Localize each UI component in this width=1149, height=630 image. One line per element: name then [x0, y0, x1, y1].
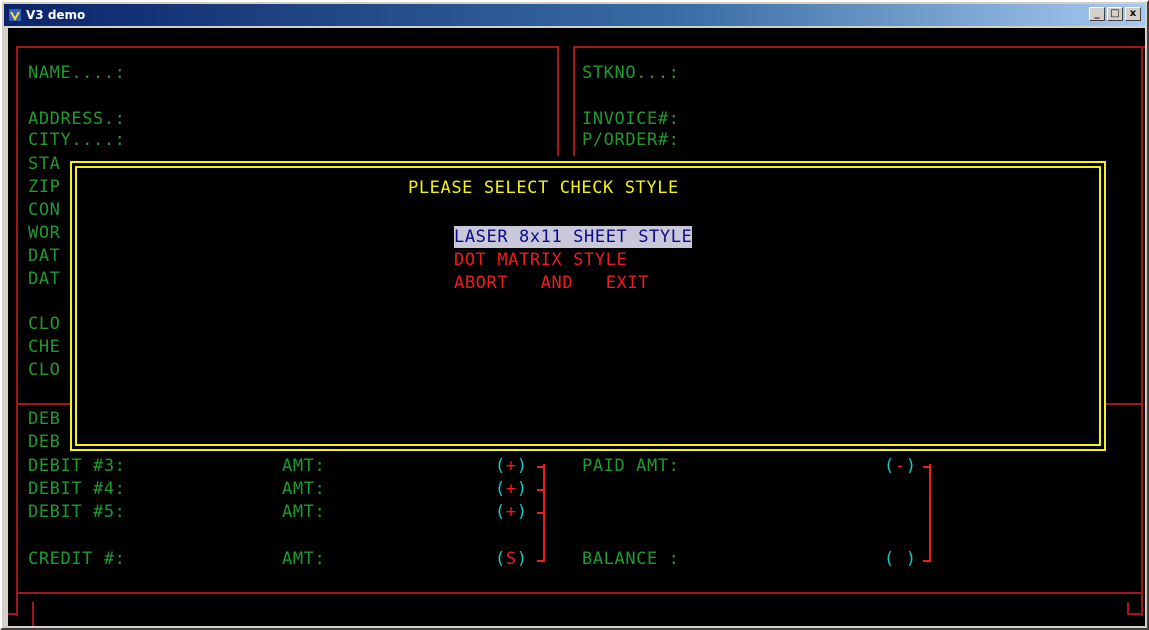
dialog-inner-border	[75, 166, 1101, 446]
balance-sign: ( )	[884, 548, 917, 570]
paid-bracket-tick	[923, 466, 930, 468]
balance-label: BALANCE :	[582, 549, 680, 569]
debit3-bracket-tick	[537, 466, 544, 468]
corner-left-drop	[32, 602, 34, 626]
paid-minus: -	[894, 456, 906, 476]
address-label: ADDRESS.:	[28, 109, 126, 129]
corner-right-tick	[1127, 613, 1143, 615]
partial-label-clo1: CLO	[28, 314, 61, 334]
option-laser-sheet[interactable]: LASER 8x11 SHEET STYLE	[454, 226, 693, 248]
partial-label-dat1: DAT	[28, 246, 61, 266]
partial-label-deb2: DEB	[28, 432, 61, 452]
debit4-plus: +	[505, 479, 517, 499]
credit-s: S	[505, 549, 517, 569]
frame-mid-left-vertical	[557, 46, 559, 156]
debit5-plus: +	[505, 502, 517, 522]
debit5-close-paren: )	[516, 502, 528, 522]
debit4-open-paren: (	[495, 479, 506, 499]
partial-label-con: CON	[28, 200, 61, 220]
paid-open-paren: (	[884, 456, 895, 476]
partial-label-dat2: DAT	[28, 269, 61, 289]
debit3-sign: (+)	[495, 455, 528, 477]
frame-separator-right	[1106, 403, 1143, 405]
check-style-dialog: PLEASE SELECT CHECK STYLE LASER 8x11 SHE…	[70, 161, 1106, 451]
frame-left-vertical	[16, 46, 18, 616]
paid-close-paren: )	[905, 456, 917, 476]
corner-right-drop	[1127, 602, 1129, 615]
corner-left-tick	[8, 613, 18, 615]
frame-bottom-line	[16, 592, 1143, 594]
debit4-label: DEBIT #4:	[28, 479, 126, 499]
credit-label: CREDIT #:	[28, 549, 126, 569]
terminal-screen: NAME....: ADDRESS.: CITY....: STA ZIP CO…	[8, 28, 1145, 626]
dialog-title: PLEASE SELECT CHECK STYLE	[408, 178, 679, 198]
porder-label: P/ORDER#:	[582, 130, 680, 150]
debit5-sign: (+)	[495, 501, 528, 523]
debit3-label: DEBIT #3:	[28, 456, 126, 476]
debit5-amt-label: AMT:	[282, 502, 326, 522]
debit5-label: DEBIT #5:	[28, 502, 126, 522]
frame-separator-left	[16, 403, 72, 405]
frame-mid-right-vertical	[573, 46, 575, 156]
debit3-plus: +	[505, 456, 517, 476]
paid-sign: (-)	[884, 455, 917, 477]
app-icon	[9, 9, 21, 22]
window-title: V3 demo	[26, 8, 86, 22]
debit5-open-paren: (	[495, 502, 506, 522]
stkno-label: STKNO...:	[582, 63, 680, 83]
partial-label-clo2: CLO	[28, 360, 61, 380]
paid-bracket-vertical	[929, 464, 931, 562]
debit3-close-paren: )	[516, 456, 528, 476]
debit3-open-paren: (	[495, 456, 506, 476]
option-abort-exit[interactable]: ABORT AND EXIT	[454, 272, 649, 294]
close-button[interactable]: x	[1125, 7, 1141, 21]
credit-bracket-tick	[537, 560, 544, 562]
option-dot-matrix[interactable]: DOT MATRIX STYLE	[454, 249, 627, 271]
credit-open-paren: (	[495, 549, 506, 569]
debit4-bracket-tick	[537, 489, 544, 491]
debit4-amt-label: AMT:	[282, 479, 326, 499]
partial-label-sta: STA	[28, 154, 61, 174]
frame-top-right	[573, 46, 1145, 48]
frame-right-vertical	[1141, 46, 1143, 616]
credit-close-paren: )	[516, 549, 528, 569]
debit4-sign: (+)	[495, 478, 528, 500]
maximize-button[interactable]: □	[1107, 7, 1123, 21]
window-controls: _ □ x	[1089, 7, 1141, 21]
partial-label-che: CHE	[28, 337, 61, 357]
partial-label-zip: ZIP	[28, 177, 61, 197]
partial-label-wor: WOR	[28, 223, 61, 243]
credit-sign: (S)	[495, 548, 528, 570]
title-bar[interactable]: V3 demo _ □ x	[4, 4, 1145, 26]
balance-open-paren: (	[884, 549, 895, 569]
city-label: CITY....:	[28, 130, 126, 150]
credit-amt-label: AMT:	[282, 549, 326, 569]
app-window: V3 demo _ □ x NAME....: ADDRESS.: CITY..…	[0, 0, 1149, 630]
paid-amt-label: PAID AMT:	[582, 456, 680, 476]
invoice-label: INVOICE#:	[582, 109, 680, 129]
name-label: NAME....:	[28, 63, 126, 83]
frame-top-left	[16, 46, 559, 48]
balance-bracket-tick	[923, 560, 930, 562]
partial-label-deb1: DEB	[28, 409, 61, 429]
debit3-amt-label: AMT:	[282, 456, 326, 476]
minimize-button[interactable]: _	[1089, 7, 1105, 21]
balance-close-paren: )	[905, 549, 917, 569]
debit5-bracket-tick	[537, 512, 544, 514]
debit4-close-paren: )	[516, 479, 528, 499]
